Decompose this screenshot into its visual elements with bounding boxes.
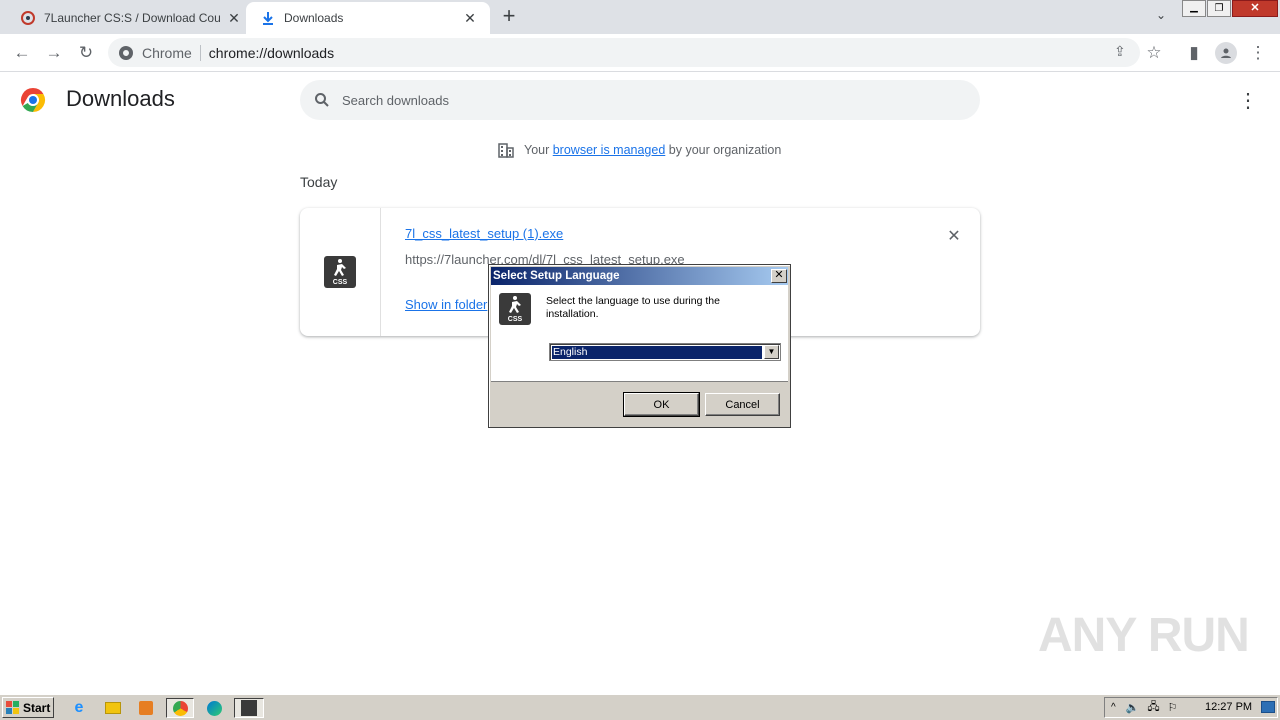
minimize-icon[interactable]: ▁ <box>1182 0 1206 17</box>
building-icon <box>498 143 514 158</box>
css-file-icon: CSS <box>324 256 356 288</box>
more-actions-icon[interactable]: ⋮ <box>1238 88 1258 112</box>
restore-icon[interactable]: ❐ <box>1207 0 1231 17</box>
search-input[interactable] <box>342 92 942 108</box>
site-label: Chrome <box>142 44 192 61</box>
dropdown-arrow-icon[interactable]: ▼ <box>764 345 779 359</box>
back-icon[interactable]: ← <box>10 42 34 64</box>
chrome-site-icon <box>119 45 133 60</box>
managed-notice: Your browser is managed by your organiza… <box>497 140 781 160</box>
omnibox-divider <box>199 44 201 61</box>
share-icon[interactable]: ⇪ <box>1114 43 1126 60</box>
dialog-body: CSS Select the language to use during th… <box>491 285 788 382</box>
dialog-title: Select Setup Language <box>493 270 620 282</box>
css-setup-taskbar-icon[interactable] <box>234 698 264 718</box>
profile-icon <box>1221 48 1231 58</box>
selected-language: English <box>552 346 762 359</box>
edge-icon[interactable] <box>203 698 225 718</box>
search-icon <box>315 93 329 107</box>
media-player-icon[interactable] <box>135 698 157 718</box>
7launcher-icon <box>21 11 35 25</box>
dialog-message: Select the language to use during the in… <box>546 295 720 320</box>
taskbar: Start e ^ 🔈 🖧 ⚐ 12:27 PM <box>0 694 1280 720</box>
css-label: CSS <box>507 316 523 323</box>
tab-downloads[interactable]: Downloads ✕ <box>246 2 490 34</box>
tab-title: Downloads <box>284 11 344 25</box>
start-button[interactable]: Start <box>2 697 54 718</box>
side-panel-icon[interactable]: ▮ <box>1182 42 1206 64</box>
search-box[interactable] <box>300 80 980 120</box>
tray-expand-icon[interactable]: ^ <box>1111 702 1116 713</box>
close-window-icon[interactable]: ✕ <box>1232 0 1278 17</box>
bookmark-star-icon[interactable]: ☆ <box>1142 42 1166 64</box>
volume-icon[interactable]: 🔈 <box>1126 701 1140 714</box>
show-in-folder-link[interactable]: Show in folder <box>405 297 487 312</box>
anyrun-watermark: ANY RUN <box>1038 609 1250 662</box>
date-section-label: Today <box>300 174 338 190</box>
tab-title: 7Launcher CS:S / Download Counter-Strike <box>44 11 220 25</box>
forward-icon[interactable]: → <box>42 42 66 64</box>
ok-button[interactable]: OK <box>623 392 700 417</box>
dialog-close-button[interactable]: ✕ <box>771 269 787 283</box>
start-label: Start <box>23 700 51 715</box>
clock: 12:27 PM <box>1205 701 1253 713</box>
new-tab-button[interactable]: + <box>498 5 520 28</box>
dialog-titlebar[interactable]: Select Setup Language ✕ <box>491 267 788 285</box>
menu-kebab-icon[interactable]: ⋮ <box>1246 42 1270 64</box>
ie-icon[interactable]: e <box>68 698 90 718</box>
chrome-taskbar-icon[interactable] <box>166 698 194 718</box>
profile-avatar[interactable] <box>1215 42 1237 64</box>
window-controls: ▁ ❐ ✕ <box>1182 0 1280 18</box>
language-select[interactable]: English ▼ <box>549 343 781 361</box>
css-app-icon: CSS <box>499 293 531 325</box>
managed-suffix: by your organization <box>665 143 782 157</box>
page-title: Downloads <box>66 86 175 111</box>
tab-7launcher[interactable]: 7Launcher CS:S / Download Counter-Strike… <box>10 2 246 34</box>
setup-language-dialog: Select Setup Language ✕ CSS Select the l… <box>488 264 791 428</box>
network-icon[interactable]: 🖧 <box>1147 698 1159 717</box>
soldier-icon <box>509 296 521 313</box>
card-divider <box>380 208 381 336</box>
tab-strip: 7Launcher CS:S / Download Counter-Strike… <box>0 0 1280 34</box>
close-tab-icon[interactable]: ✕ <box>226 10 242 26</box>
chrome-logo-icon <box>20 88 46 112</box>
download-icon <box>263 12 273 25</box>
downloaded-file-link[interactable]: 7l_css_latest_setup (1).exe <box>405 226 563 241</box>
browser-toolbar: ← → ↻ Chrome chrome://downloads ⇪ ☆ ▮ ⋮ <box>0 34 1280 72</box>
cancel-button[interactable]: Cancel <box>705 393 780 416</box>
address-bar[interactable]: Chrome chrome://downloads ⇪ <box>108 38 1140 67</box>
url-text: chrome://downloads <box>208 44 335 61</box>
explorer-folder-icon[interactable] <box>102 698 124 718</box>
show-desktop-icon[interactable] <box>1261 701 1275 713</box>
remove-download-icon[interactable]: ✕ <box>944 226 964 246</box>
reload-icon[interactable]: ↻ <box>74 42 98 64</box>
system-tray: ^ 🔈 🖧 ⚐ 12:27 PM <box>1104 697 1278 718</box>
action-center-flag-icon[interactable]: ⚐ <box>1168 701 1178 714</box>
css-label: CSS <box>332 279 348 286</box>
close-tab-icon[interactable]: ✕ <box>462 10 478 26</box>
managed-link[interactable]: browser is managed <box>553 143 666 157</box>
soldier-icon <box>334 259 346 276</box>
managed-prefix: Your <box>524 143 553 157</box>
windows-flag-icon <box>6 700 19 714</box>
tab-search-icon[interactable]: ⌄ <box>1152 8 1170 26</box>
